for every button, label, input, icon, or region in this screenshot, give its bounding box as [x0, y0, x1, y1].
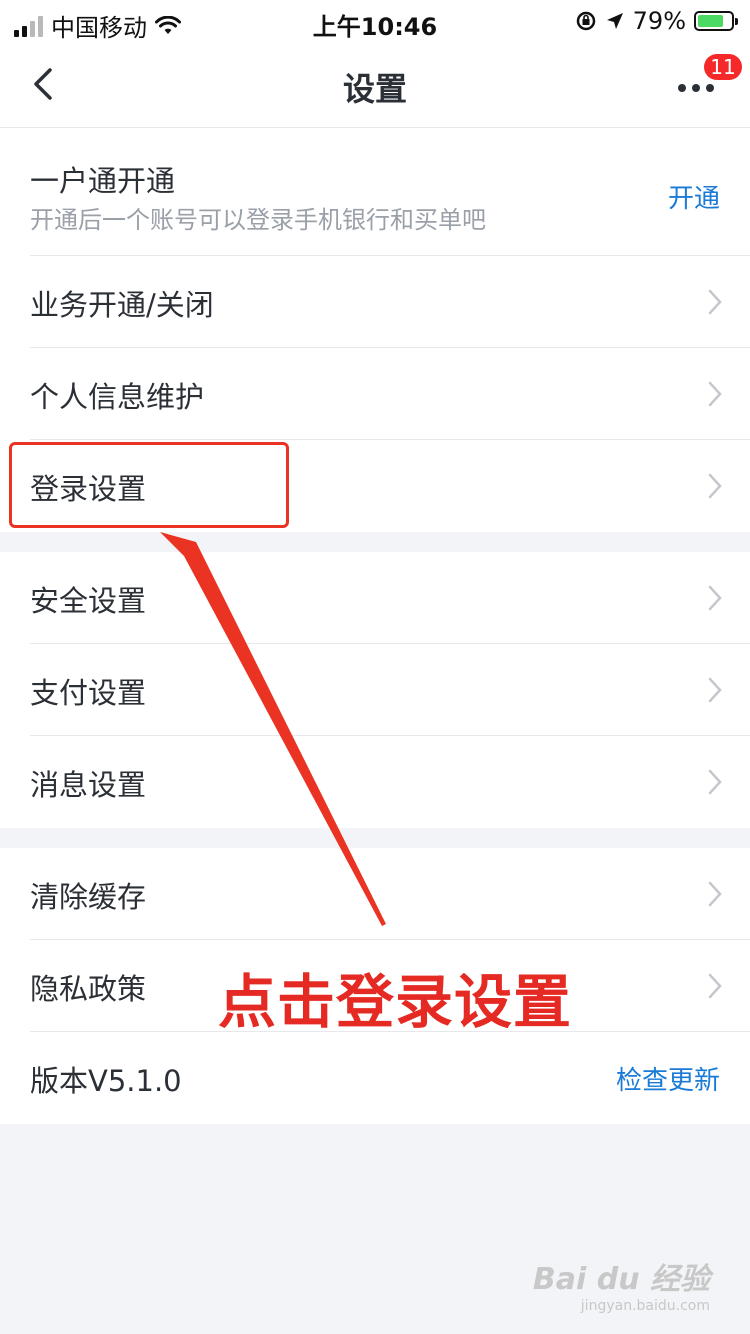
annotation-text: 点击登录设置 [218, 968, 573, 1036]
row-label: 支付设置 [30, 676, 147, 710]
check-update-button[interactable]: 检查更新 [616, 1060, 720, 1097]
location-arrow-icon [606, 13, 623, 29]
row-clear-cache[interactable]: 清除缓存 [30, 848, 750, 940]
page-title: 设置 [342, 70, 407, 108]
row-payment-settings[interactable]: 支付设置 [30, 644, 750, 736]
row-label: 一户通开通 [30, 164, 176, 198]
open-account-link-button[interactable]: 开通 [668, 178, 720, 215]
row-account-link[interactable]: 一户通开通 开通后一个账号可以登录手机银行和买单吧 开通 [30, 128, 750, 256]
nav-bar: 设置 11 [0, 44, 750, 128]
chevron-right-icon [708, 381, 722, 407]
row-personal-info[interactable]: 个人信息维护 [30, 348, 750, 440]
settings-group-2: 安全设置 支付设置 消息设置 [0, 552, 750, 828]
row-security-settings[interactable]: 安全设置 [30, 552, 750, 644]
row-label: 业务开通/关闭 [30, 288, 214, 322]
row-sublabel: 开通后一个账号可以登录手机银行和买单吧 [30, 206, 486, 234]
chevron-right-icon [708, 677, 722, 703]
row-message-settings[interactable]: 消息设置 [30, 736, 750, 828]
battery-fill [698, 15, 723, 27]
row-label: 个人信息维护 [30, 380, 205, 414]
row-label: 清除缓存 [30, 880, 147, 914]
highlight-box [9, 442, 289, 528]
status-right: 79% [575, 7, 738, 35]
watermark-logo: Bai du 经验 [532, 1262, 710, 1297]
battery-icon [694, 11, 738, 31]
row-label: 消息设置 [30, 768, 147, 802]
chevron-right-icon [708, 881, 722, 907]
notification-badge: 11 [704, 54, 742, 80]
watermark-url: jingyan.baidu.com [580, 1298, 710, 1314]
row-service-toggle[interactable]: 业务开通/关闭 [30, 256, 750, 348]
chevron-right-icon [708, 973, 722, 999]
row-label: 隐私政策 [30, 972, 147, 1006]
more-dots-icon [678, 84, 714, 92]
row-version: 版本V5.1.0 检查更新 [30, 1032, 750, 1124]
chevron-right-icon [708, 473, 722, 499]
status-bar: 中国移动 上午10:46 79% [0, 0, 750, 44]
row-label: 安全设置 [30, 584, 147, 618]
chevron-right-icon [708, 769, 722, 795]
battery-percent: 79% [632, 7, 686, 35]
orientation-lock-icon [576, 11, 595, 31]
version-label: 版本V5.1.0 [30, 1064, 182, 1098]
chevron-right-icon [708, 585, 722, 611]
chevron-right-icon [708, 289, 722, 315]
watermark: Bai du 经验 jingyan.baidu.com [533, 1254, 710, 1314]
